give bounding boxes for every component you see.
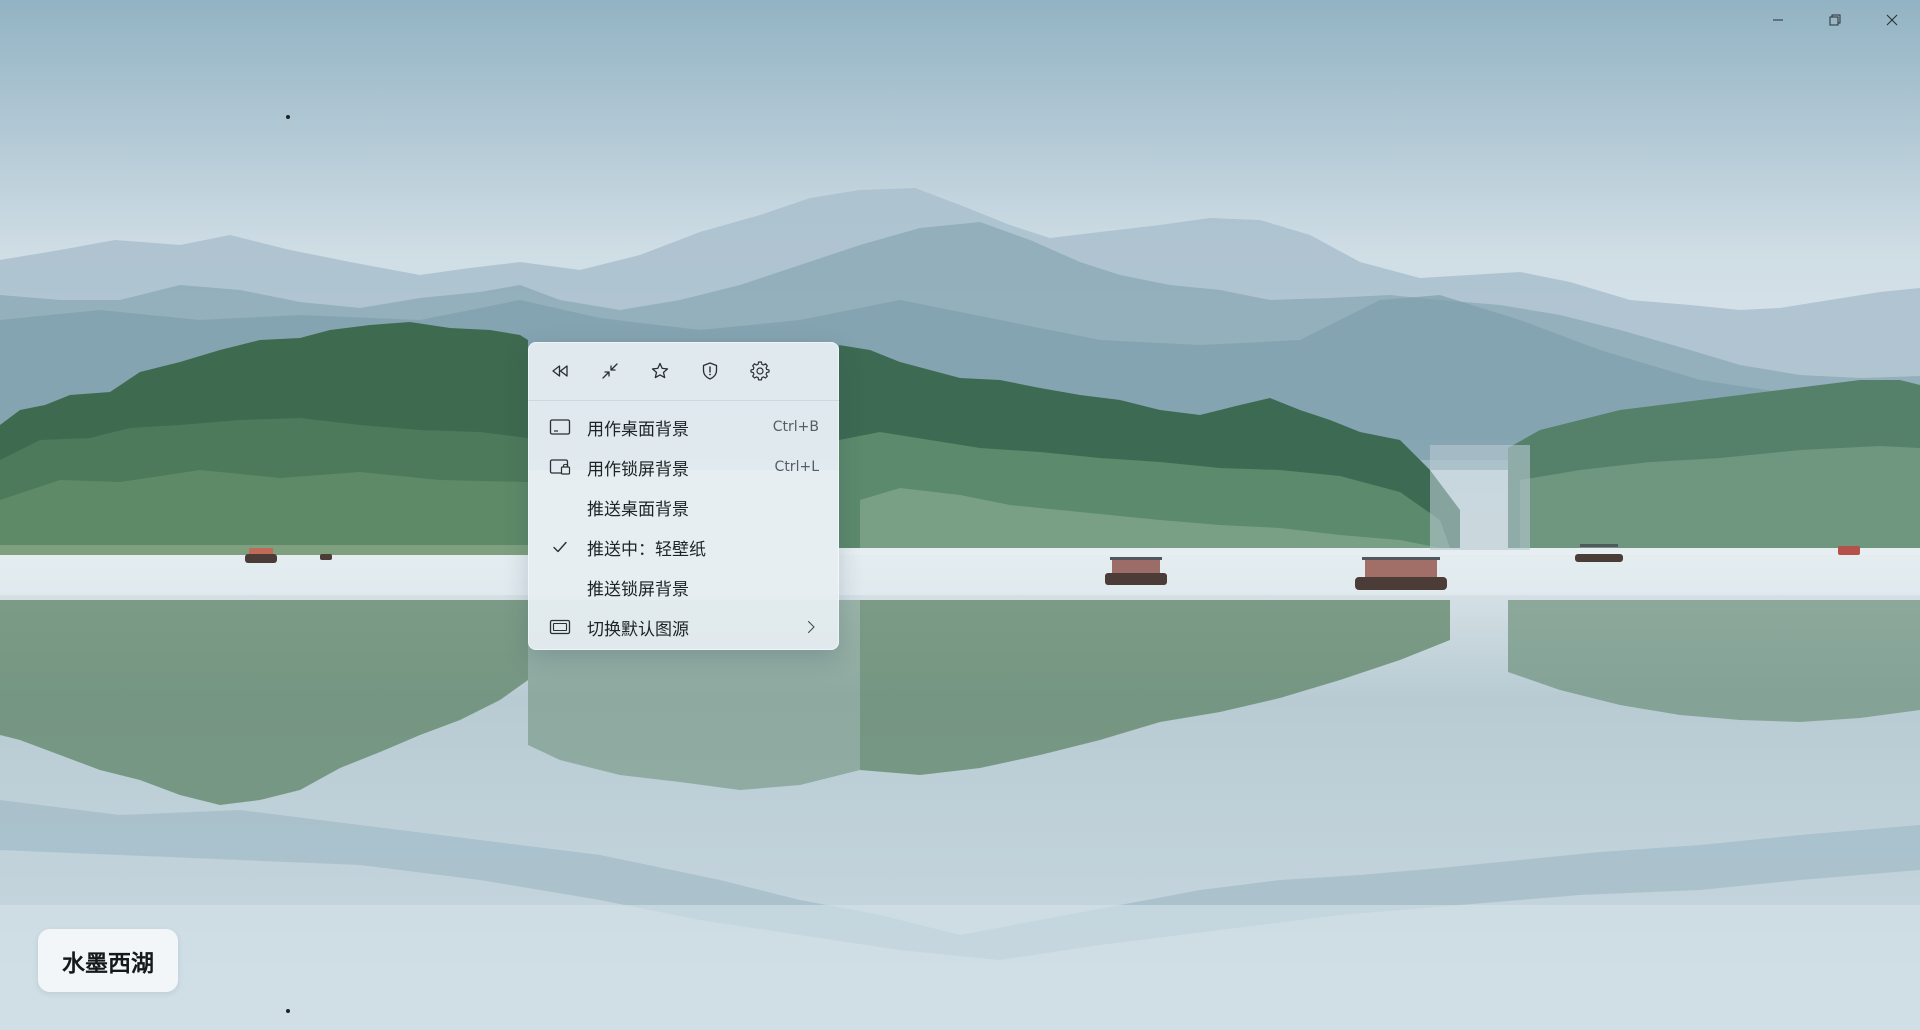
shield-icon [702,362,718,380]
menu-item-label: 推送桌面背景 [587,499,689,520]
settings-button[interactable] [742,353,778,389]
context-menu: 用作桌面背景 Ctrl+B 用作锁屏背景 Ctrl+L 推送桌面背景 推送中：轻… [528,342,839,650]
shield-button[interactable] [692,353,728,389]
minimize-icon [1772,19,1783,21]
restore-icon [1829,14,1840,26]
collapse-button[interactable] [592,353,628,389]
gallery-icon [548,615,572,639]
menu-item-set-desktop[interactable]: 用作桌面背景 Ctrl+B [534,407,833,447]
menu-item-label: 推送锁屏背景 [587,579,689,600]
close-button[interactable] [1863,0,1920,40]
minimize-button[interactable] [1749,0,1806,40]
chevron-right-icon [805,619,817,639]
menu-toolbar [528,342,839,401]
menu-item-label: 用作桌面背景 [587,419,689,440]
menu-items: 用作桌面背景 Ctrl+B 用作锁屏背景 Ctrl+L 推送桌面背景 推送中：轻… [528,401,839,647]
close-icon [1886,14,1897,26]
landscape-illustration [0,0,1920,1030]
window-controls [1749,0,1920,40]
wallpaper-title-badge[interactable]: 水墨西湖 [38,929,178,992]
collapse-icon [602,363,618,379]
menu-item-label: 推送中：轻壁纸 [587,539,706,560]
menu-item-push-desktop[interactable]: 推送桌面背景 [534,487,833,527]
restore-button[interactable] [1806,0,1863,40]
check-icon [548,535,572,559]
menu-item-switch-source[interactable]: 切换默认图源 [534,607,833,647]
menu-item-shortcut: Ctrl+L [774,459,819,475]
menu-item-set-lockscreen[interactable]: 用作锁屏背景 Ctrl+L [534,447,833,487]
gear-icon [750,361,770,381]
monitor-icon [548,415,572,439]
wallpaper-title: 水墨西湖 [62,950,154,977]
menu-item-push-lockscreen[interactable]: 推送锁屏背景 [534,567,833,607]
lock-screen-icon [548,455,572,479]
favorite-button[interactable] [642,353,678,389]
previous-button[interactable] [542,353,578,389]
menu-item-label: 用作锁屏背景 [587,459,689,480]
menu-item-label: 切换默认图源 [587,619,689,640]
rewind-icon [552,365,568,377]
star-icon [651,362,669,379]
menu-item-shortcut: Ctrl+B [772,419,819,435]
wallpaper-image [0,0,1920,1030]
menu-item-pushing-source[interactable]: 推送中：轻壁纸 [534,527,833,567]
